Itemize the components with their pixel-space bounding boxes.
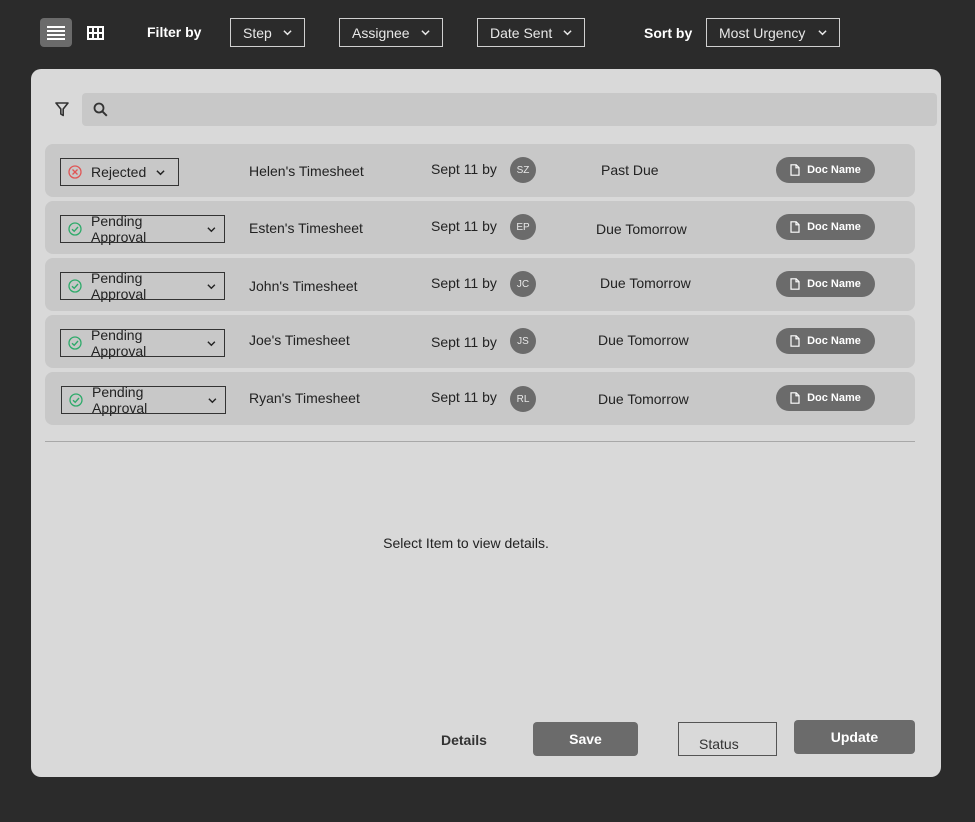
doc-button[interactable]: Doc Name <box>776 328 875 354</box>
avatar: JS <box>510 328 536 354</box>
check-circle-icon <box>68 279 82 293</box>
status-dropdown[interactable]: Pending Approval <box>61 384 226 416</box>
doc-name-label: Doc Name <box>807 164 861 176</box>
main-panel: Rejected Helen's Timesheet Sept 11 by SZ… <box>31 69 941 777</box>
doc-name-label: Doc Name <box>807 392 861 404</box>
status-dropdown[interactable]: Pending Approval <box>60 270 225 302</box>
check-circle-icon <box>68 222 82 236</box>
list-icon <box>47 26 65 40</box>
table-row[interactable]: Pending Approval John's Timesheet Sept 1… <box>45 258 915 311</box>
table-row[interactable]: Pending Approval Esten's Timesheet Sept … <box>45 201 915 254</box>
table-row[interactable]: Rejected Helen's Timesheet Sept 11 by SZ… <box>45 144 915 197</box>
sent-date: Sept 11 by <box>431 334 497 350</box>
filter-by-label: Filter by <box>147 24 202 40</box>
timesheet-name: Esten's Timesheet <box>249 220 363 236</box>
avatar: JC <box>510 271 536 297</box>
save-button[interactable]: Save <box>533 722 638 756</box>
status-dropdown[interactable]: Pending Approval <box>60 213 225 245</box>
details-tab[interactable]: Details <box>441 732 487 748</box>
sort-dropdown[interactable]: Most Urgency <box>706 18 840 47</box>
due-status: Due Tomorrow <box>596 221 687 237</box>
timesheet-name: Joe's Timesheet <box>249 332 350 348</box>
filter-icon[interactable] <box>55 102 69 122</box>
sent-date: Sept 11 by <box>431 275 497 291</box>
chevron-down-icon <box>818 30 827 36</box>
sort-value: Most Urgency <box>719 24 806 41</box>
grid-view-button[interactable] <box>79 18 111 47</box>
check-circle-icon <box>69 393 83 407</box>
step-filter-dropdown[interactable]: Step <box>230 18 305 47</box>
step-filter-label: Step <box>243 24 272 41</box>
sent-date: Sept 11 by <box>431 389 497 405</box>
document-icon <box>790 278 800 290</box>
chevron-down-icon <box>207 340 216 346</box>
divider <box>45 441 915 442</box>
x-circle-icon <box>68 165 82 179</box>
sort-by-label: Sort by <box>644 25 693 41</box>
avatar: RL <box>510 386 536 412</box>
doc-button[interactable]: Doc Name <box>776 157 875 183</box>
timesheet-name: John's Timesheet <box>249 278 358 294</box>
document-icon <box>790 335 800 347</box>
date-sent-filter-label: Date Sent <box>490 24 553 41</box>
search-input[interactable] <box>116 93 930 128</box>
table-row[interactable]: Pending Approval Ryan's Timesheet Sept 1… <box>45 372 915 425</box>
empty-detail-message: Select Item to view details. <box>383 535 549 551</box>
chevron-down-icon <box>207 226 216 232</box>
table-row[interactable]: Pending Approval Joe's Timesheet Sept 11… <box>45 315 915 368</box>
status-dropdown[interactable]: Rejected <box>60 158 179 186</box>
chevron-down-icon <box>421 30 430 36</box>
document-icon <box>790 221 800 233</box>
document-icon <box>790 392 800 404</box>
timesheet-name: Helen's Timesheet <box>249 163 364 179</box>
status-dropdown[interactable]: Pending Approval <box>60 327 225 359</box>
date-sent-filter-dropdown[interactable]: Date Sent <box>477 18 585 47</box>
search-icon <box>93 102 108 117</box>
chevron-down-icon <box>156 169 165 175</box>
doc-button[interactable]: Doc Name <box>776 214 875 240</box>
doc-name-label: Doc Name <box>807 278 861 290</box>
avatar: SZ <box>510 157 536 183</box>
due-status: Due Tomorrow <box>598 391 689 407</box>
avatar: EP <box>510 214 536 240</box>
grid-icon <box>86 25 104 40</box>
status-label: Rejected <box>91 164 147 180</box>
doc-name-label: Doc Name <box>807 221 861 233</box>
doc-button[interactable]: Doc Name <box>776 385 875 411</box>
doc-button[interactable]: Doc Name <box>776 271 875 297</box>
status-label: Pending Approval <box>91 327 147 359</box>
timesheet-name: Ryan's Timesheet <box>249 390 360 406</box>
due-status: Due Tomorrow <box>598 332 689 348</box>
sent-date: Sept 11 by <box>431 161 497 177</box>
doc-name-label: Doc Name <box>807 335 861 347</box>
list-view-button[interactable] <box>40 18 72 47</box>
due-status: Past Due <box>601 162 659 178</box>
due-status: Due Tomorrow <box>600 275 691 291</box>
chevron-down-icon <box>207 283 216 289</box>
chevron-down-icon <box>563 30 572 36</box>
status-label: Pending Approval <box>91 270 147 302</box>
status-label: Pending Approval <box>92 384 148 416</box>
document-icon <box>790 164 800 176</box>
status-field[interactable] <box>678 722 777 756</box>
check-circle-icon <box>68 336 82 350</box>
assignee-filter-label: Assignee <box>352 24 410 41</box>
status-label: Pending Approval <box>91 213 147 245</box>
sent-date: Sept 11 by <box>431 218 497 234</box>
search-bar <box>82 93 937 128</box>
chevron-down-icon <box>208 397 217 403</box>
update-button[interactable]: Update <box>794 720 915 754</box>
assignee-filter-dropdown[interactable]: Assignee <box>339 18 443 47</box>
chevron-down-icon <box>283 30 292 36</box>
